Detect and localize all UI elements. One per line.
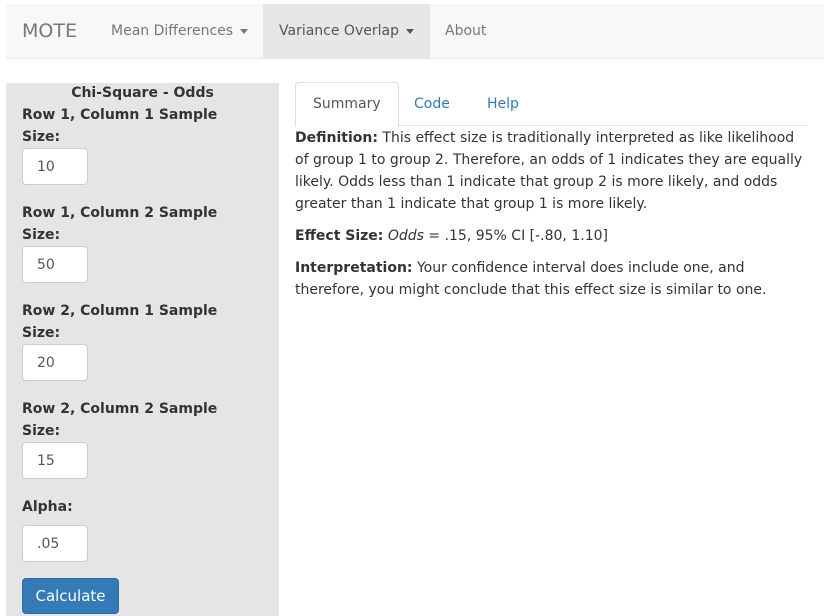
nav-mean-differences-label: Mean Differences xyxy=(111,23,234,39)
tab-bar: Summary Code Help xyxy=(295,82,808,127)
definition-label: Definition: xyxy=(295,130,378,146)
caret-down-icon xyxy=(240,28,249,34)
sidebar-title: Chi-Square - Odds xyxy=(71,85,214,101)
caret-down-icon xyxy=(405,28,414,34)
nav-about-label: About xyxy=(445,23,487,39)
field-label-r2c2: Row 2, Column 2 Sample Size: xyxy=(22,401,218,439)
interpretation-label: Interpretation: xyxy=(295,260,413,276)
r2c1-sample-size-input[interactable] xyxy=(22,344,88,381)
field-label-r2c1: Row 2, Column 1 Sample Size: xyxy=(22,303,218,341)
r1c2-sample-size-input[interactable] xyxy=(22,246,88,283)
r1c1-sample-size-input[interactable] xyxy=(22,148,88,185)
field-label-alpha: Alpha: xyxy=(22,499,73,515)
field-label-r1c2: Row 1, Column 2 Sample Size: xyxy=(22,205,218,243)
nav-mean-differences[interactable]: Mean Differences xyxy=(95,4,264,59)
alpha-input[interactable] xyxy=(22,525,88,562)
sidebar-panel: Chi-Square - Odds Row 1, Column 1 Sample… xyxy=(6,83,279,616)
brand-link[interactable]: MOTE xyxy=(22,4,77,59)
effect-symbol: Odds xyxy=(387,228,424,244)
definition-paragraph: Definition: This effect size is traditio… xyxy=(295,127,810,215)
nav-variance-overlap[interactable]: Variance Overlap xyxy=(263,4,430,59)
interpretation-paragraph: Interpretation: Your confidence interval… xyxy=(295,257,810,301)
tab-help[interactable]: Help xyxy=(470,82,536,126)
navbar: MOTE Mean Differences Variance Overlap A… xyxy=(6,4,824,59)
r2c2-sample-size-input[interactable] xyxy=(22,442,88,479)
nav-about[interactable]: About xyxy=(429,4,502,59)
effect-value: = .15, 95% CI [-.80, 1.10] xyxy=(423,228,608,244)
tab-code[interactable]: Code xyxy=(397,82,467,126)
field-label-r1c1: Row 1, Column 1 Sample Size: xyxy=(22,107,218,145)
effect-size-label: Effect Size: xyxy=(295,228,384,244)
effect-size-paragraph: Effect Size: Odds = .15, 95% CI [-.80, 1… xyxy=(295,225,810,247)
nav-variance-overlap-label: Variance Overlap xyxy=(279,23,399,39)
calculate-button[interactable]: Calculate xyxy=(22,578,119,614)
tab-summary[interactable]: Summary xyxy=(295,82,399,127)
summary-content: Definition: This effect size is traditio… xyxy=(295,127,810,311)
